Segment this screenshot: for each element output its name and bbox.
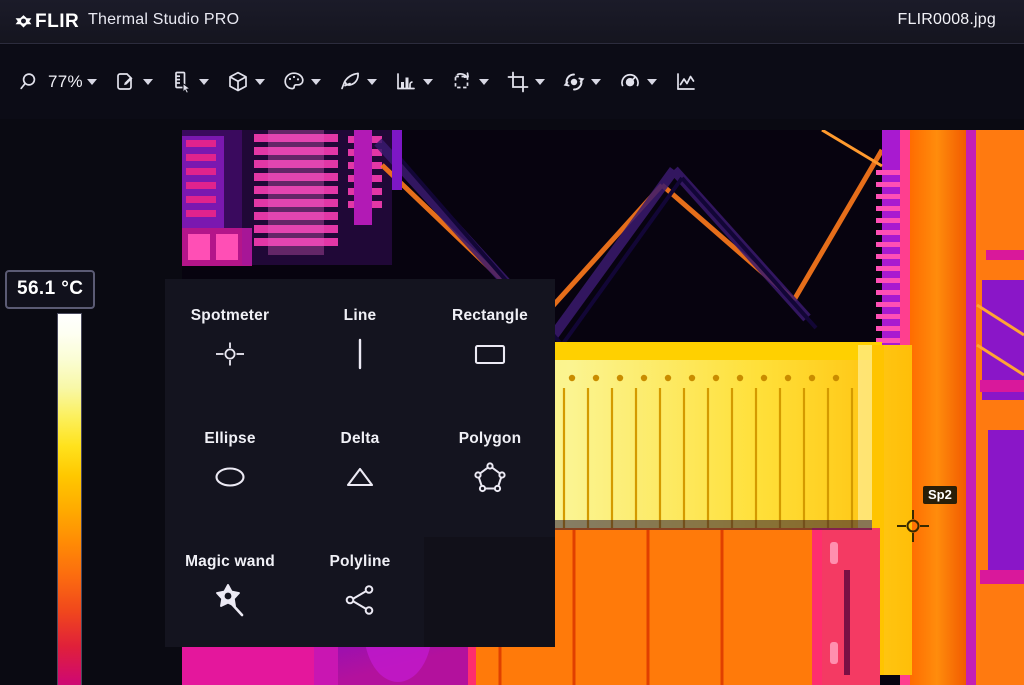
histogram-tool[interactable] — [385, 56, 441, 108]
draw-tool[interactable] — [329, 56, 385, 108]
measurement-item-rectangle[interactable]: Rectangle — [425, 279, 555, 402]
measurement-item-label: Line — [343, 307, 377, 325]
color-palette-tool[interactable] — [273, 56, 329, 108]
rectangle-tool-icon — [469, 335, 511, 373]
thermal-studio-window: FLIR Thermal Studio PRO FLIR0008.jpg 77% — [0, 0, 1024, 685]
profile-chart-tool[interactable] — [665, 56, 707, 108]
spotmeter-crosshair-icon — [210, 335, 250, 373]
add-measurement-tool[interactable] — [161, 56, 217, 108]
image-viewport[interactable]: Sp2 56.1 °C Add measurement Spotmeter — [0, 119, 1024, 685]
app-title: Thermal Studio PRO — [88, 11, 240, 28]
measurement-item-polygon[interactable]: Polygon — [425, 402, 555, 525]
brand-logo: FLIR — [14, 9, 79, 33]
palette-icon — [281, 69, 307, 95]
transform-rotate-icon — [449, 69, 475, 95]
zoom-control[interactable]: 77% — [10, 56, 105, 108]
ellipse-tool-icon — [209, 458, 251, 496]
measurement-tool-grid: Spotmeter Line Rectangle Ellipse Delta P… — [165, 279, 555, 647]
chevron-down-icon — [590, 79, 601, 85]
title-bar: FLIR Thermal Studio PRO FLIR0008.jpg — [0, 0, 1024, 44]
chevron-down-icon — [86, 79, 97, 85]
measurement-item-spotmeter[interactable]: Spotmeter — [165, 279, 295, 402]
histogram-icon — [393, 69, 419, 95]
feather-pen-icon — [337, 69, 363, 95]
measurement-item-delta[interactable]: Delta — [295, 402, 425, 525]
crop-icon — [505, 69, 531, 95]
measurement-item-polyline[interactable]: Polyline — [295, 524, 425, 647]
chevron-down-icon — [198, 79, 209, 85]
brand-name: FLIR — [35, 10, 80, 32]
measurement-ruler-icon — [169, 69, 195, 95]
annotation-edit-icon — [113, 69, 139, 95]
transform-tool[interactable] — [441, 56, 497, 108]
measurement-item-ellipse[interactable]: Ellipse — [165, 402, 295, 525]
line-tool-icon — [347, 335, 373, 373]
delta-triangle-icon — [339, 458, 381, 496]
crop-tool[interactable] — [497, 56, 553, 108]
measurement-item-label: Spotmeter — [190, 307, 270, 325]
spotmeter-label[interactable]: Sp2 — [923, 486, 957, 504]
annotations-tool[interactable] — [105, 56, 161, 108]
line-chart-icon — [673, 69, 699, 95]
brightness-dial-icon — [617, 69, 643, 95]
cube-3d-icon — [225, 69, 251, 95]
polygon-tool-icon — [469, 458, 511, 496]
magnifier-icon — [18, 70, 42, 94]
chevron-down-icon — [366, 79, 377, 85]
polyline-tool-icon — [339, 581, 381, 619]
color-scale-bar[interactable] — [57, 313, 82, 685]
fusion-tool[interactable] — [553, 56, 609, 108]
main-toolbar: 77% — [0, 45, 1024, 119]
measurement-item-label: Rectangle — [452, 307, 528, 325]
measurement-item-line[interactable]: Line — [295, 279, 425, 402]
spotmeter-marker-icon[interactable] — [896, 509, 930, 548]
measurement-item-magic-wand[interactable]: Magic wand — [165, 524, 295, 647]
chevron-down-icon — [254, 79, 265, 85]
measurement-item-label: Delta — [340, 429, 380, 447]
magic-wand-icon — [209, 581, 251, 619]
measurement-item-label: Magic wand — [185, 552, 275, 570]
file-name-label: FLIR0008.jpg — [897, 11, 996, 28]
measurement-item-label: Polyline — [329, 552, 391, 570]
3d-view-tool[interactable] — [217, 56, 273, 108]
chevron-down-icon — [646, 79, 657, 85]
measurement-item-empty — [425, 524, 555, 647]
chevron-down-icon — [310, 79, 321, 85]
add-measurement-panel: Spotmeter Line Rectangle Ellipse Delta P… — [165, 279, 555, 647]
level-span-tool[interactable] — [609, 56, 665, 108]
fusion-picture-icon — [561, 69, 587, 95]
chevron-down-icon — [422, 79, 433, 85]
flir-logo-icon — [14, 12, 33, 31]
zoom-level-value: 77% — [48, 72, 83, 91]
chevron-down-icon — [534, 79, 545, 85]
measurement-item-label: Ellipse — [204, 429, 256, 447]
measurement-item-label: Polygon — [458, 429, 522, 447]
temperature-readout: 56.1 °C — [5, 270, 96, 309]
chevron-down-icon — [142, 79, 153, 85]
chevron-down-icon — [478, 79, 489, 85]
